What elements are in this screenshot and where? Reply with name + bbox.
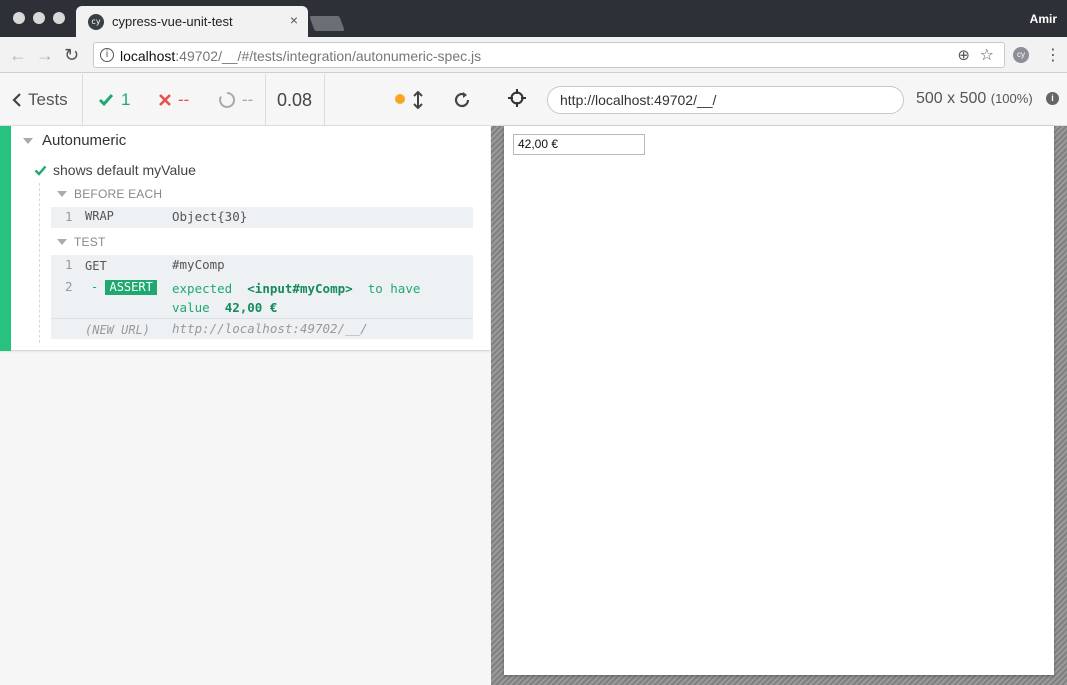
aut-iframe-area: 42,00 € xyxy=(491,126,1067,685)
hook-before-each-label: BEFORE EACH xyxy=(74,187,163,201)
back-to-tests-button[interactable]: Tests xyxy=(12,74,68,126)
new-url-message: http://localhost:49702/__/ xyxy=(172,321,368,336)
command-message: #myComp xyxy=(172,257,225,272)
divider xyxy=(265,74,266,126)
browser-menu-icon[interactable]: ⋮ xyxy=(1045,45,1061,65)
cypress-favicon-icon: cy xyxy=(88,14,104,30)
aut-header: http://localhost:49702/__/ 500 x 500 (10… xyxy=(491,74,1067,126)
hooks-guide-line xyxy=(39,183,40,343)
command-name: GET xyxy=(85,259,107,273)
command-row[interactable]: 1 WRAP Object{30} xyxy=(51,209,473,227)
bookmark-star-icon[interactable]: ☆ xyxy=(980,45,994,65)
rerun-icon[interactable] xyxy=(453,91,471,109)
msg-to-have: to have xyxy=(367,281,421,296)
command-row-new-url[interactable]: (NEW URL) http://localhost:49702/__/ xyxy=(51,318,473,339)
caret-down-icon xyxy=(57,191,67,197)
command-message: Object{30} xyxy=(172,209,248,224)
omnibox-url[interactable]: localhost:49702/__/#/tests/integration/a… xyxy=(120,48,481,64)
viewport-info-icon[interactable]: i xyxy=(1046,92,1059,105)
hook-test-header[interactable]: TEST xyxy=(57,235,105,249)
command-row-assert[interactable]: 2 - ASSERT expected <input#myComp> to ha… xyxy=(51,279,473,317)
browser-tab[interactable]: cy cypress-vue-unit-test × xyxy=(76,6,308,37)
close-window-button[interactable] xyxy=(13,12,25,24)
suite-title: Autonumeric xyxy=(42,132,127,149)
minimize-window-button[interactable] xyxy=(33,12,45,24)
check-icon xyxy=(34,165,47,176)
reload-icon[interactable]: ↻ xyxy=(64,45,79,66)
pending-circle-icon xyxy=(219,91,236,108)
passed-count: 1 xyxy=(121,90,131,109)
test-commands: 1 GET #myComp 2 - ASSERT expected <input… xyxy=(51,255,473,339)
browser-toolbar: ← → ↻ i localhost:49702/__/#/tests/integ… xyxy=(0,37,1067,73)
msg-value-word: value xyxy=(172,300,210,315)
tab-title: cypress-vue-unit-test xyxy=(112,14,233,29)
hook-before-each-header[interactable]: BEFORE EACH xyxy=(57,187,162,201)
msg-selector: <input#myComp> xyxy=(247,281,353,296)
reporter-panel: Autonumeric shows default myValue BEFORE… xyxy=(0,126,490,685)
passed-stat: 1 xyxy=(98,74,130,126)
command-row[interactable]: 1 GET #myComp xyxy=(51,257,473,277)
x-icon xyxy=(159,94,171,106)
new-tab-button[interactable] xyxy=(309,16,345,31)
auto-scroll-icon[interactable] xyxy=(413,91,423,109)
msg-value: 42,00 € xyxy=(224,300,278,315)
tab-close-icon[interactable]: × xyxy=(290,12,298,28)
msg-expected: expected xyxy=(172,281,233,296)
browser-titlebar: cy cypress-vue-unit-test × Amir xyxy=(0,0,1067,37)
my-comp-value: 42,00 € xyxy=(518,137,559,151)
command-number: 1 xyxy=(65,209,73,224)
assert-message: expected <input#myComp> to have value 42,… xyxy=(172,279,420,317)
url-path: :49702/__/#/tests/integration/autonumeri… xyxy=(175,48,482,64)
reporter-header: Tests 1 -- -- 0.08 xyxy=(0,74,490,126)
hook-test-label: TEST xyxy=(74,235,106,249)
back-arrow-icon[interactable]: ← xyxy=(9,45,27,66)
url-host: localhost xyxy=(120,48,176,64)
pending-count: -- xyxy=(242,90,254,109)
viewport-dimensions: 500 x 500 xyxy=(916,90,987,107)
running-indicator-dot xyxy=(395,94,405,104)
divider xyxy=(82,74,83,126)
aut-iframe: 42,00 € xyxy=(504,126,1054,675)
test-title: shows default myValue xyxy=(53,162,196,178)
suite-status-bar xyxy=(0,126,11,351)
aut-url-bar[interactable]: http://localhost:49702/__/ xyxy=(547,86,904,114)
failed-count: -- xyxy=(178,90,190,109)
cypress-extension-icon[interactable]: cy xyxy=(1013,47,1029,63)
zoom-icon[interactable]: ⊕ xyxy=(957,46,970,64)
pending-stat: -- xyxy=(218,74,253,126)
omnibox[interactable]: i localhost:49702/__/#/tests/integration… xyxy=(93,42,1005,68)
site-info-icon[interactable]: i xyxy=(100,48,114,62)
assert-command: - ASSERT xyxy=(91,280,157,295)
caret-down-icon xyxy=(57,239,67,245)
caret-down-icon xyxy=(23,137,33,144)
command-number: 1 xyxy=(65,257,73,272)
check-icon xyxy=(98,94,114,107)
before-each-commands: 1 WRAP Object{30} xyxy=(51,207,473,228)
forward-arrow-icon[interactable]: → xyxy=(36,45,54,66)
my-comp-input[interactable]: 42,00 € xyxy=(513,134,645,155)
profile-user-name[interactable]: Amir xyxy=(1030,12,1057,26)
failed-stat: -- xyxy=(158,74,189,126)
command-number: 2 xyxy=(65,279,73,294)
duration: 0.08 xyxy=(277,89,313,110)
suite-runnable: Autonumeric shows default myValue BEFORE… xyxy=(0,126,490,351)
chevron-left-icon xyxy=(12,93,21,107)
assert-badge: ASSERT xyxy=(105,280,157,295)
viewport-size: 500 x 500 (100%) xyxy=(916,90,1033,108)
assert-dash: - xyxy=(91,280,99,294)
new-url-label: (NEW URL) xyxy=(85,323,151,337)
suite-header[interactable]: Autonumeric xyxy=(23,132,126,149)
command-name: WRAP xyxy=(85,209,114,223)
back-label: Tests xyxy=(28,90,68,109)
test-header[interactable]: shows default myValue xyxy=(34,162,196,178)
divider xyxy=(324,74,325,126)
maximize-window-button[interactable] xyxy=(53,12,65,24)
selector-playground-crosshair-icon[interactable] xyxy=(507,88,527,108)
viewport-scale: (100%) xyxy=(990,91,1033,106)
